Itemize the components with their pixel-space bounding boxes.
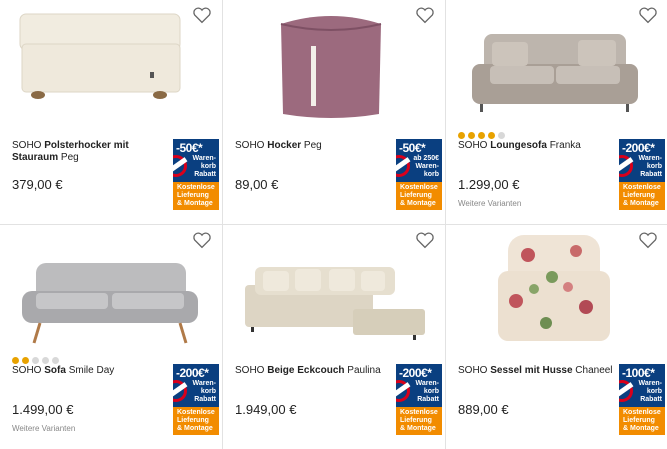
- product-card[interactable]: SOHO Sofa Smile Day 1.499,00 € Weitere V…: [0, 225, 222, 449]
- rating-stars: [12, 351, 62, 364]
- promo-badge: -200€* Waren-korb Rabatt Kostenlose Lieferu…: [173, 364, 219, 435]
- more-variants-link[interactable]: Weitere Varianten: [458, 199, 521, 208]
- product-title[interactable]: SOHO Polsterhocker mit Stauraum Peg: [12, 140, 172, 164]
- rating-stars: [458, 126, 508, 139]
- promo-badge: -50€* ab 250€ Waren-korb Kostenlose Lieferu…: [396, 139, 442, 210]
- product-price: 89,00 €: [235, 177, 279, 192]
- promo-badge: -50€* Waren-korb Rabatt Kostenlose Lieferun…: [173, 139, 219, 210]
- product-image[interactable]: [456, 227, 652, 345]
- product-price: 889,00 €: [458, 402, 509, 417]
- product-title[interactable]: SOHO Beige Eckcouch Paulina: [235, 365, 395, 377]
- product-card[interactable]: SOHO Beige Eckcouch Paulina 1.949,00 € -…: [223, 225, 445, 449]
- product-card[interactable]: SOHO Loungesofa Franka 1.299,00 € Weiter…: [446, 0, 667, 224]
- product-image[interactable]: [10, 227, 206, 345]
- product-image[interactable]: [10, 2, 206, 120]
- product-price: 1.949,00 €: [235, 402, 297, 417]
- product-card[interactable]: SOHO Polsterhocker mit Stauraum Peg 379,…: [0, 0, 222, 224]
- product-grid: SOHO Polsterhocker mit Stauraum Peg 379,…: [0, 0, 667, 449]
- product-price: 1.299,00 €: [458, 177, 520, 192]
- product-image[interactable]: [456, 2, 652, 120]
- product-card[interactable]: SOHO Hocker Peg 89,00 € -50€* ab 250€ Ware…: [223, 0, 445, 224]
- product-title[interactable]: SOHO Hocker Peg: [235, 140, 395, 152]
- product-title[interactable]: SOHO Sessel mit Husse Chaneel: [458, 365, 618, 377]
- product-card[interactable]: SOHO Sessel mit Husse Chaneel 889,00 € -…: [446, 225, 667, 449]
- product-price: 379,00 €: [12, 177, 63, 192]
- product-image[interactable]: [233, 2, 429, 120]
- more-variants-link[interactable]: Weitere Varianten: [12, 424, 75, 433]
- product-title[interactable]: SOHO Sofa Smile Day: [12, 365, 172, 377]
- promo-badge: -100€* Waren-korb Rabatt Kostenlose Lieferu…: [619, 364, 665, 435]
- product-title[interactable]: SOHO Loungesofa Franka: [458, 140, 618, 152]
- promo-badge: -200€* Waren-korb Rabatt Kostenlose Lieferu…: [396, 364, 442, 435]
- product-price: 1.499,00 €: [12, 402, 74, 417]
- product-image[interactable]: [233, 227, 429, 345]
- promo-badge: -200€* Waren-korb Rabatt Kostenlose Lieferu…: [619, 139, 665, 210]
